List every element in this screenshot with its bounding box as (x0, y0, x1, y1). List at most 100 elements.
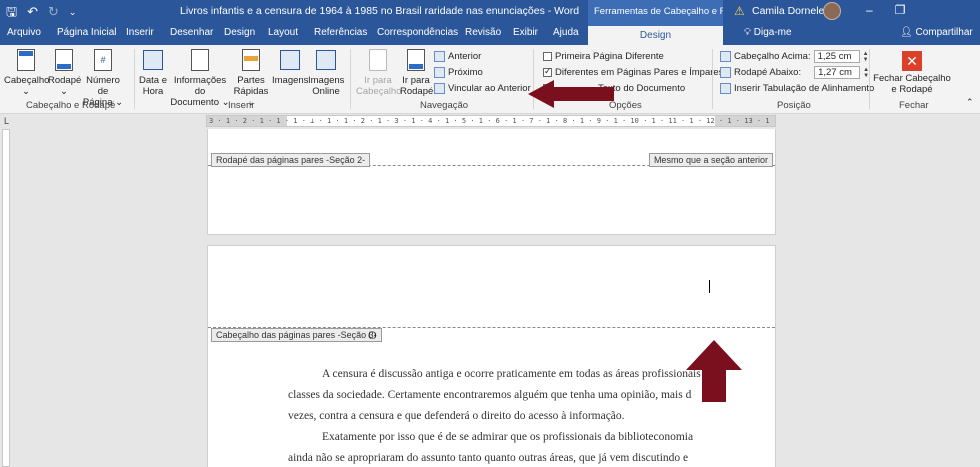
pictures-label: Imagens (272, 75, 309, 86)
group-label-position: Posição (777, 100, 811, 111)
redo-icon[interactable]: ↻ (48, 4, 59, 20)
save-icon[interactable]: 🖫 (6, 4, 17, 20)
separator (712, 49, 713, 109)
date-time-button[interactable]: Data e Hora (138, 49, 168, 97)
different-first-page-checkbox[interactable]: Primeira Página Diferente (543, 51, 664, 62)
group-label-close: Fechar (899, 100, 929, 111)
lightbulb-icon: 💡︎ (744, 27, 754, 38)
close-header-footer-label-2: e Rodapé (891, 84, 933, 95)
user-name[interactable]: Camila Dorneles (752, 5, 830, 17)
calendar-icon (142, 49, 164, 73)
tab-design-header-footer[interactable]: Design (588, 24, 723, 45)
date-label: Data e (139, 75, 167, 86)
footer-icon (53, 49, 75, 73)
previous-button[interactable]: Anterior (434, 51, 481, 62)
same-as-previous-tag: Mesmo que a seção anterior (648, 153, 773, 167)
online-pictures-icon (315, 49, 337, 73)
go-to-header-label: Ir para (364, 75, 392, 86)
quick-access-toolbar: 🖫 ↶ ↻ ⌄ (6, 4, 76, 20)
separator (134, 49, 135, 109)
tab-inserir[interactable]: Inserir (126, 27, 154, 38)
ruler-ticks: 3 · 1 · 2 · 1 · 1 · 1 · ⊥ · 1 · 1 · 2 · … (209, 117, 775, 125)
group-label-header-footer: Cabeçalho e Rodapé (26, 100, 116, 111)
horizontal-ruler[interactable]: 3 · 1 · 2 · 1 · 1 · 1 · ⊥ · 1 · 1 · 2 · … (206, 115, 776, 127)
horizontal-ruler-row: L 3 · 1 · 2 · 1 · 1 · 1 · ⊥ · 1 · 1 · 2 … (0, 114, 980, 129)
tell-me-box[interactable]: 💡︎ Diga-me (744, 27, 792, 38)
ribbon-tabs: Arquivo Página Inicial Inserir Desenhar … (0, 24, 980, 45)
customize-qat-icon[interactable]: ⌄ (69, 4, 77, 20)
next-icon (434, 67, 445, 78)
share-button[interactable]: 👤︎ Compartilhar (900, 27, 973, 38)
go-to-footer-button[interactable]: Ir para Rodapé (400, 49, 433, 97)
share-label: Compartilhar (915, 27, 973, 38)
header-button[interactable]: Cabeçalho ⌄ (4, 49, 50, 97)
footer-from-bottom-input[interactable]: 1,27 cm (814, 66, 861, 79)
page-number-icon: # (92, 49, 114, 73)
body-line: A censura é discussão antiga e ocorre pr… (322, 368, 701, 380)
tell-me-label: Diga-me (753, 27, 792, 38)
undo-icon[interactable]: ↶ (27, 4, 38, 20)
group-label-navigation: Navegação (420, 100, 469, 111)
go-to-header-label-2: Cabeçalho (356, 86, 402, 97)
dropdown-icon: ⌄ (22, 86, 30, 97)
document-body[interactable]: A censura é discussão antiga e ocorre pr… (288, 364, 712, 467)
dropdown-icon: ⌄ (60, 86, 68, 97)
body-line: classes da sociedade. Certamente encontr… (288, 389, 692, 401)
go-to-header-button[interactable]: Ir para Cabeçalho (356, 49, 402, 97)
footer-button[interactable]: Rodapé ⌄ (48, 49, 81, 97)
header-from-top-input[interactable]: 1,25 cm (813, 50, 860, 63)
document-info-button[interactable]: Informações do Documento ⌄ (168, 49, 232, 108)
collapse-ribbon-icon[interactable]: ⌃ (966, 97, 974, 108)
footer-from-bottom-row: Rodapé Abaixo: 1,27 cm ▲ ▼ (720, 66, 869, 79)
alignment-tab-icon (720, 83, 731, 94)
spinner-icon[interactable]: ▲ ▼ (863, 51, 869, 63)
tab-layout[interactable]: Layout (268, 27, 298, 38)
link-to-previous-button[interactable]: Vincular ao Anterior (434, 83, 531, 94)
close-header-footer-label: Fechar Cabeçalho (873, 73, 951, 84)
go-to-header-icon (367, 49, 389, 73)
tab-revisao[interactable]: Revisão (465, 27, 501, 38)
tab-referencias[interactable]: Referências (314, 27, 367, 38)
quick-parts-icon (240, 49, 262, 73)
body-line: Exatamente por isso que é de se admirar … (322, 431, 694, 443)
link-to-previous-label: Vincular ao Anterior (448, 83, 531, 94)
annotation-arrow-left (528, 80, 614, 108)
document-info-icon (189, 49, 211, 73)
avatar[interactable] (823, 2, 841, 20)
insert-alignment-tab-button[interactable]: Inserir Tabulação de Alinhamento (720, 83, 874, 94)
tab-ajuda[interactable]: Ajuda (553, 27, 579, 38)
pictures-icon (279, 49, 301, 73)
tab-design[interactable]: Design (224, 27, 255, 38)
tab-desenhar[interactable]: Desenhar (170, 27, 213, 38)
minimize-icon[interactable]: – (866, 3, 873, 17)
pictures-button[interactable]: Imagens (272, 49, 308, 86)
previous-label: Anterior (448, 51, 482, 62)
ribbon: Cabeçalho ⌄ Rodapé ⌄ # Número de Página … (0, 45, 980, 114)
document-info-label-2: Documento ⌄ (170, 97, 230, 108)
footer-section-tag: Rodapé das páginas pares -Seção 2- (211, 153, 371, 167)
checkbox-checked-icon (543, 66, 552, 77)
close-header-footer-button[interactable]: ✕ Fechar Cabeçalho e Rodapé (872, 51, 952, 95)
different-odd-even-label: Diferentes em Páginas Pares e Ímpares (555, 67, 724, 78)
tab-pagina-inicial[interactable]: Página Inicial (57, 27, 116, 38)
next-button[interactable]: Próximo (434, 67, 483, 78)
close-icon: ✕ (902, 51, 922, 71)
restore-icon[interactable]: ❐ (895, 3, 906, 17)
different-odd-even-checkbox[interactable]: Diferentes em Páginas Pares e Ímpares (543, 66, 724, 78)
online-pictures-label: Imagens (308, 75, 345, 86)
tab-selector-icon[interactable]: L (4, 116, 9, 126)
header-position-icon (720, 51, 731, 62)
online-pictures-label-2: Online (312, 86, 340, 97)
tab-arquivo[interactable]: Arquivo (7, 27, 41, 38)
online-pictures-button[interactable]: Imagens Online (308, 49, 344, 97)
tab-exibir[interactable]: Exibir (513, 27, 538, 38)
insert-alignment-tab-label: Inserir Tabulação de Alinhamento (734, 83, 875, 94)
page-previous: Rodapé das páginas pares -Seção 2- Mesmo… (207, 129, 776, 235)
separator (350, 49, 351, 109)
warning-icon[interactable]: ⚠ (734, 4, 745, 18)
header-label: Cabeçalho (4, 75, 50, 86)
link-icon (434, 83, 445, 94)
document-title: Livros infantis e a censura de 1964 à 19… (180, 5, 580, 17)
tab-correspondencias[interactable]: Correspondências (377, 27, 458, 38)
vertical-ruler[interactable] (2, 129, 10, 467)
